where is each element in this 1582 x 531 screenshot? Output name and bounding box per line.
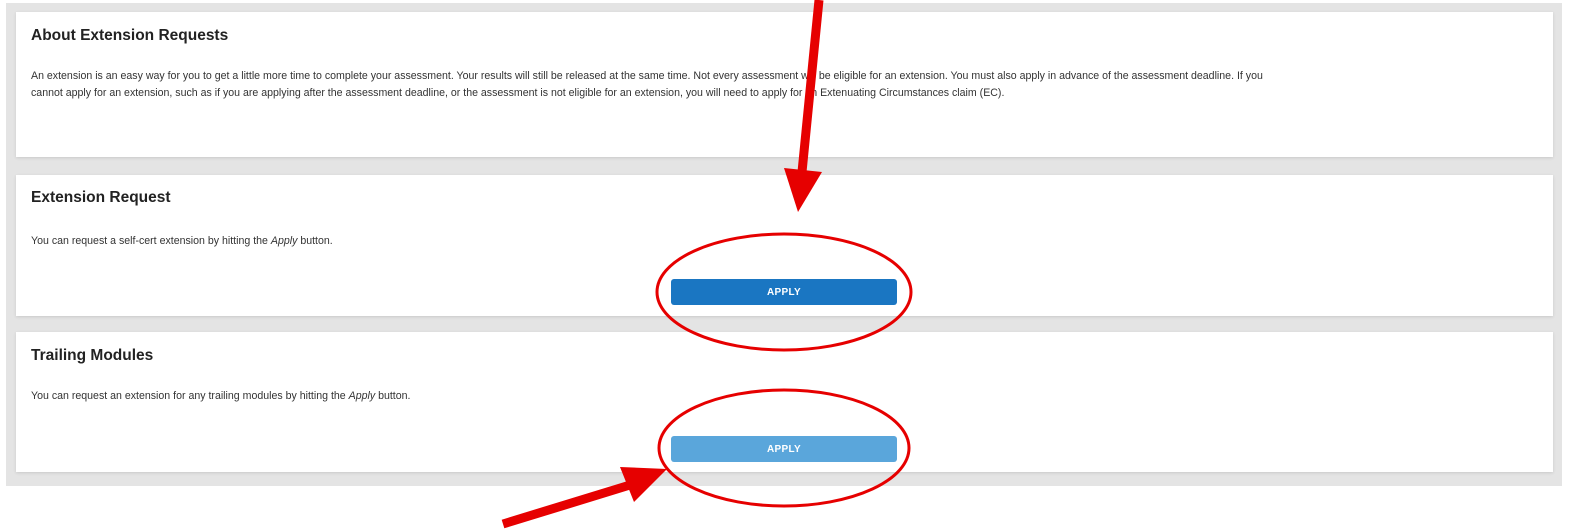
extension-text-after: button.: [297, 235, 333, 247]
extension-text-before: You can request a self-cert extension by…: [31, 235, 271, 247]
trailing-modules-card: Trailing Modules You can request an exte…: [16, 332, 1553, 472]
about-description: An extension is an easy way for you to g…: [31, 68, 1541, 102]
page: About Extension Requests An extension is…: [0, 0, 1582, 531]
trailing-text-after: button.: [375, 390, 411, 402]
extension-request-title: Extension Request: [31, 189, 171, 206]
extension-apply-button[interactable]: APPLY: [671, 279, 897, 305]
extension-request-text: You can request a self-cert extension by…: [31, 233, 333, 250]
about-title: About Extension Requests: [31, 27, 229, 44]
trailing-modules-title: Trailing Modules: [31, 347, 154, 364]
about-line-1: An extension is an easy way for you to g…: [31, 70, 1263, 82]
about-line-2: cannot apply for an extension, such as i…: [31, 87, 1005, 99]
extension-request-card: Extension Request You can request a self…: [16, 175, 1553, 316]
trailing-modules-text: You can request an extension for any tra…: [31, 388, 410, 405]
trailing-apply-button[interactable]: APPLY: [671, 436, 897, 462]
about-extension-requests-card: About Extension Requests An extension is…: [16, 12, 1553, 157]
extension-text-emphasis: Apply: [270, 235, 298, 247]
bottom-arrow-shaft: [501, 480, 632, 529]
trailing-text-before: You can request an extension for any tra…: [31, 390, 349, 402]
trailing-text-emphasis: Apply: [348, 390, 376, 402]
